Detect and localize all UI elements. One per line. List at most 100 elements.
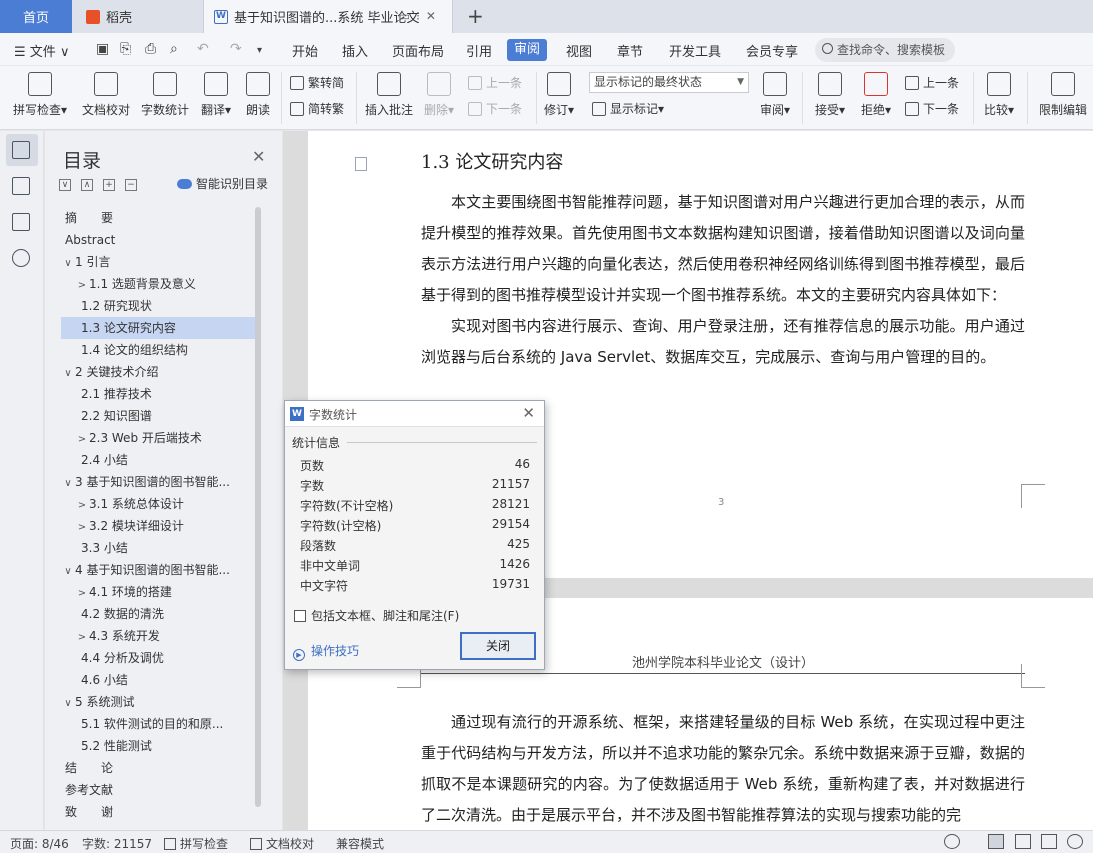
toc-item[interactable]: 5.2 性能测试	[61, 735, 256, 757]
toc-item[interactable]: ∨ 5 系统测试	[61, 691, 256, 713]
chevron-right-icon[interactable]: >	[75, 495, 89, 515]
eye-protection-icon[interactable]	[944, 834, 960, 849]
menu-dev-tools[interactable]: 开发工具	[669, 41, 721, 60]
dialog-titlebar[interactable]: W 字数统计 ✕	[285, 401, 544, 427]
tab-document[interactable]: W 基于知识图谱的...系统 毕业论文 ▭⁝✕	[203, 0, 453, 33]
menu-member[interactable]: 会员专享	[746, 41, 798, 60]
quick-access-dropdown-icon[interactable]: ▾	[257, 45, 262, 56]
review-pane-button[interactable]: 审阅▾	[757, 72, 793, 118]
collapse-all-icon[interactable]: ∨	[59, 179, 71, 191]
bookmark-icon[interactable]	[12, 213, 30, 231]
body-text[interactable]: 本文主要围绕图书智能推荐问题，基于知识图谱对用户兴趣进行更加合理的表示，从而提升…	[421, 187, 1025, 373]
toc-item[interactable]: >2.3 Web 开后端技术	[61, 427, 256, 449]
expand-all-icon[interactable]: ∧	[81, 179, 93, 191]
prev-change-button[interactable]: 上一条	[905, 74, 959, 91]
toc-item[interactable]: 2.1 推荐技术	[61, 383, 256, 405]
web-view-icon[interactable]	[1067, 834, 1083, 849]
toc-item[interactable]: ∨ 2 关键技术介绍	[61, 361, 256, 383]
outline-view-icon[interactable]	[1015, 834, 1031, 849]
markup-state-select[interactable]: 显示标记的最终状态 ▼	[589, 72, 749, 93]
trad-to-simp-button[interactable]: 繁转简	[290, 74, 344, 91]
toc-item[interactable]: 4.2 数据的清洗	[61, 603, 256, 625]
close-icon[interactable]: ✕	[522, 404, 535, 422]
word-count-button[interactable]: 字数统计	[140, 72, 190, 118]
translate-button[interactable]: 翻译▾	[197, 72, 235, 118]
body-text[interactable]: 通过现有流行的开源系统、框架，来搭建轻量级的目标 Web 系统，在实现过程中更注…	[421, 707, 1025, 830]
toc-item[interactable]: 2.2 知识图谱	[61, 405, 256, 427]
chevron-down-icon[interactable]: ∨	[61, 473, 75, 493]
show-markup-button[interactable]: 显示标记▾	[592, 100, 664, 117]
toc-item[interactable]: >4.3 系统开发	[61, 625, 256, 647]
next-change-button[interactable]: 下一条	[905, 100, 959, 117]
chevron-down-icon[interactable]: ∨	[61, 561, 75, 581]
toc-item[interactable]: 致 谢	[61, 801, 256, 823]
save-icon[interactable]: ▣	[96, 41, 109, 57]
spellcheck-button[interactable]: 拼写检查▾	[10, 72, 70, 118]
new-tab-button[interactable]: +	[467, 4, 484, 28]
toc-item[interactable]: ∨ 3 基于知识图谱的图书智能...	[61, 471, 256, 493]
add-heading-icon[interactable]: +	[103, 179, 115, 191]
chevron-right-icon[interactable]: >	[75, 275, 89, 295]
chevron-right-icon[interactable]: >	[75, 429, 89, 449]
page-view-icon[interactable]	[988, 834, 1004, 849]
tab-controls[interactable]: ▭⁝✕	[399, 9, 442, 23]
doc-proof-button[interactable]: 文档校对	[80, 72, 132, 118]
menu-references[interactable]: 引用	[466, 41, 492, 60]
toc-item[interactable]: 摘 要	[61, 207, 256, 229]
paragraph-handle-icon[interactable]	[355, 157, 367, 171]
tab-daoke[interactable]: 稻壳	[74, 0, 202, 33]
toc-item[interactable]: 3.3 小结	[61, 537, 256, 559]
chevron-right-icon[interactable]: >	[75, 627, 89, 647]
chevron-down-icon[interactable]: ∨	[61, 253, 75, 273]
chapter-nav-icon[interactable]	[12, 177, 30, 195]
remove-heading-icon[interactable]: −	[125, 179, 137, 191]
file-menu-button[interactable]: ☰ 文件 ∨	[14, 41, 69, 60]
accept-button[interactable]: 接受▾	[812, 72, 848, 118]
toc-item[interactable]: 参考文献	[61, 779, 256, 801]
command-search[interactable]: 查找命令、搜索模板	[815, 38, 955, 62]
search-icon[interactable]	[12, 249, 30, 267]
chevron-right-icon[interactable]: >	[75, 583, 89, 603]
toc-item[interactable]: 4.4 分析及调优	[61, 647, 256, 669]
prev-comment-button[interactable]: 上一条	[468, 74, 522, 91]
toc-item[interactable]: 5.1 软件测试的目的和原...	[61, 713, 256, 735]
undo-icon[interactable]: ↶	[197, 41, 209, 57]
print-icon[interactable]: ⎙	[145, 41, 156, 57]
toc-item[interactable]: >3.1 系统总体设计	[61, 493, 256, 515]
toc-item[interactable]: >3.2 模块详细设计	[61, 515, 256, 537]
reject-button[interactable]: 拒绝▾	[858, 72, 894, 118]
toc-item[interactable]: 1.4 论文的组织结构	[61, 339, 256, 361]
toc-item[interactable]: 1.2 研究现状	[61, 295, 256, 317]
redo-icon[interactable]: ↷	[230, 41, 242, 57]
chevron-down-icon[interactable]: ∨	[61, 363, 75, 383]
read-aloud-button[interactable]: 朗读	[243, 72, 273, 118]
toc-panel-icon[interactable]	[12, 141, 30, 159]
delete-comment-button[interactable]: 删除▾	[422, 72, 456, 118]
track-changes-button[interactable]: 修订▾	[541, 72, 577, 118]
print-preview-icon[interactable]: ⌕	[170, 41, 178, 57]
toc-item[interactable]: ∨ 4 基于知识图谱的图书智能...	[61, 559, 256, 581]
close-icon[interactable]: ✕	[252, 147, 265, 166]
include-textbox-checkbox[interactable]: 包括文本框、脚注和尾注(F)	[294, 607, 459, 624]
close-button[interactable]: 关闭	[460, 632, 536, 660]
export-icon[interactable]: ⎘	[120, 41, 131, 57]
tips-link[interactable]: ▶ 操作技巧	[293, 642, 359, 661]
toc-item[interactable]: 2.4 小结	[61, 449, 256, 471]
reading-view-icon[interactable]	[1041, 834, 1057, 849]
chevron-down-icon[interactable]: ∨	[61, 693, 75, 713]
restrict-edit-button[interactable]: 限制编辑	[1036, 72, 1090, 118]
word-count-indicator[interactable]: 字数: 21157	[82, 835, 152, 852]
page-indicator[interactable]: 页面: 8/46	[10, 835, 69, 852]
status-spellcheck[interactable]: 拼写检查	[164, 835, 228, 852]
chevron-right-icon[interactable]: >	[75, 517, 89, 537]
toc-scrollbar[interactable]	[255, 207, 261, 807]
tab-home[interactable]: 首页	[0, 0, 72, 33]
simp-to-trad-button[interactable]: 简转繁	[290, 100, 344, 117]
toc-item[interactable]: 1.3 论文研究内容	[61, 317, 256, 339]
menu-view[interactable]: 视图	[566, 41, 592, 60]
toc-item[interactable]: 4.6 小结	[61, 669, 256, 691]
toc-item[interactable]: ∨ 1 引言	[61, 251, 256, 273]
toc-item[interactable]: Abstract	[61, 229, 256, 251]
menu-page-layout[interactable]: 页面布局	[392, 41, 444, 60]
menu-insert[interactable]: 插入	[342, 41, 368, 60]
